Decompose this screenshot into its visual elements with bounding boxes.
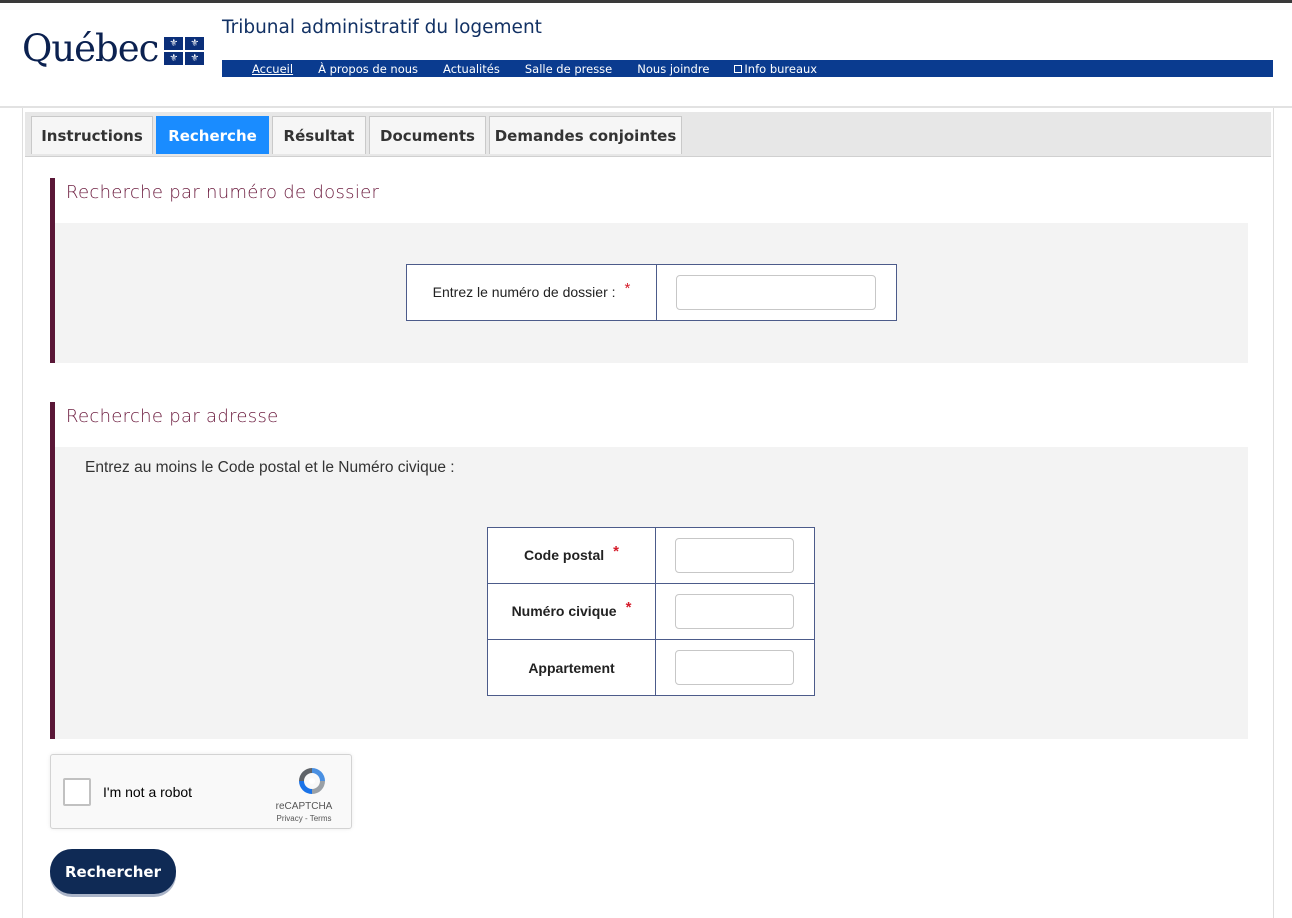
adresse-instruction: Entrez au moins le Code postal et le Num… [85, 459, 455, 476]
section-dossier: Recherche par numéro de dossier Entrez l… [50, 178, 1253, 363]
nav-info-bureaux[interactable]: Info bureaux [734, 62, 817, 76]
tab-documents[interactable]: Documents [369, 116, 486, 154]
dossier-form-table: Entrez le numéro de dossier : * [406, 264, 897, 321]
numero-civique-label-cell: Numéro civique * [487, 583, 656, 640]
nav-nous-joindre[interactable]: Nous joindre [637, 62, 709, 76]
code-postal-label-cell: Code postal * [487, 527, 656, 584]
nav-accueil[interactable]: Accueil [252, 62, 293, 76]
section-dossier-title: Recherche par numéro de dossier [66, 182, 380, 203]
recaptcha-widget: I'm not a robot reCAPTCHA Privacy - Term… [50, 754, 352, 829]
nav-info-bureaux-label: Info bureaux [744, 61, 818, 76]
section-adresse-title: Recherche par adresse [66, 406, 279, 427]
section-adresse: Recherche par adresse Entrez au moins le… [50, 402, 1253, 739]
recaptcha-label: I'm not a robot [103, 784, 193, 800]
appartement-input-cell [655, 639, 815, 696]
square-icon [734, 64, 743, 73]
main-panel: Instructions Recherche Résultat Document… [22, 108, 1274, 918]
numero-civique-input-cell [655, 583, 815, 640]
appartement-label-cell: Appartement [487, 639, 656, 696]
section-adresse-body: Entrez au moins le Code postal et le Num… [55, 447, 1248, 739]
code-postal-input[interactable] [675, 538, 794, 573]
required-mark: * [613, 543, 619, 560]
required-mark: * [624, 280, 631, 297]
recaptcha-checkbox[interactable] [63, 778, 91, 806]
recaptcha-brand: reCAPTCHA [275, 801, 333, 812]
section-dossier-body: Entrez le numéro de dossier : * [55, 223, 1248, 363]
dossier-input-cell [656, 264, 897, 321]
recaptcha-icon [299, 768, 325, 794]
nav-salle-de-presse[interactable]: Salle de presse [525, 62, 612, 76]
logo-wordmark: Québec [22, 27, 159, 70]
adresse-form-table: Code postal * Numéro civique * Apparteme… [487, 527, 815, 696]
top-nav: Accueil À propos de nous Actualités Sall… [222, 60, 1273, 77]
dossier-number-input[interactable] [676, 275, 876, 310]
required-mark: * [625, 599, 632, 616]
tab-instructions[interactable]: Instructions [31, 116, 153, 154]
quebec-flag-icon: ⚜ ⚜ ⚜ ⚜ [164, 36, 205, 65]
appartement-label: Appartement [528, 659, 615, 676]
code-postal-label: Code postal [524, 547, 605, 563]
tab-bar: Instructions Recherche Résultat Document… [25, 112, 1271, 157]
code-postal-input-cell [655, 527, 815, 584]
numero-civique-label: Numéro civique [511, 603, 617, 619]
quebec-logo[interactable]: Québec ⚜ ⚜ ⚜ ⚜ [22, 27, 205, 70]
numero-civique-input[interactable] [675, 594, 794, 629]
tab-demandes-conjointes[interactable]: Demandes conjointes [489, 116, 682, 154]
top-border [0, 0, 1292, 3]
nav-a-propos[interactable]: À propos de nous [318, 62, 418, 76]
rechercher-button[interactable]: Rechercher [50, 849, 176, 894]
tab-recherche[interactable]: Recherche [156, 116, 269, 154]
appartement-input[interactable] [675, 650, 794, 685]
recaptcha-terms-link[interactable]: Privacy - Terms [269, 814, 339, 823]
site-title[interactable]: Tribunal administratif du logement [222, 17, 542, 38]
tab-resultat[interactable]: Résultat [272, 116, 366, 154]
dossier-label: Entrez le numéro de dossier : [432, 284, 616, 300]
nav-actualites[interactable]: Actualités [443, 62, 500, 76]
dossier-label-cell: Entrez le numéro de dossier : * [406, 264, 657, 321]
